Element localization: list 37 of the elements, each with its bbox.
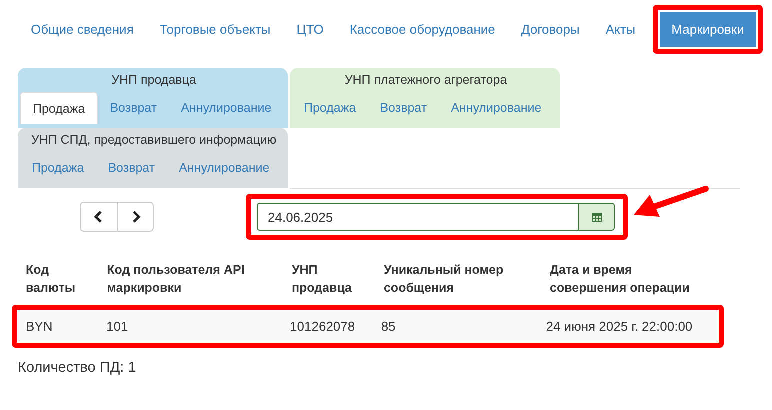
sub-tab[interactable]: Возврат — [96, 152, 168, 183]
group-title: УНП платежного агрегатора — [344, 72, 508, 89]
column-header: Код валюты — [26, 262, 77, 297]
chevron-right-icon — [130, 211, 140, 223]
sub-tab[interactable]: Продажа — [292, 92, 368, 123]
sub-tab[interactable]: Продажа — [20, 152, 96, 183]
sub-tab[interactable]: Аннулирование — [169, 92, 284, 124]
nav-tab[interactable]: Акты — [592, 12, 649, 46]
nav-tab[interactable]: Общие сведения — [18, 12, 147, 46]
column-header: Код пользователя API маркировки — [107, 262, 246, 297]
table-cell-text: 101262078 — [290, 319, 356, 334]
sub-tab[interactable]: Аннулирование — [439, 92, 554, 123]
calendar-button[interactable] — [578, 203, 615, 231]
record-count: Количество ПД: 1 — [18, 360, 138, 376]
previous-button[interactable] — [80, 202, 117, 232]
nav-tab[interactable]: Договоры — [508, 12, 593, 46]
nav-tab[interactable]: Кассовое оборудование — [336, 12, 508, 46]
column-header: УНП продавца — [292, 262, 353, 297]
nav-tab[interactable]: Торговые объекты — [146, 12, 284, 46]
group-title: УНП продавца — [110, 72, 198, 89]
sub-tab[interactable]: Возврат — [98, 92, 170, 124]
column-header: Уникальный номер сообщения — [384, 262, 505, 297]
table-cell-text: 85 — [381, 319, 397, 334]
table-cell-text: BYN — [26, 319, 54, 334]
column-header: Дата и время совершения операции — [550, 262, 691, 297]
nav-tab[interactable]: Маркировки — [660, 12, 756, 46]
group-title: УНП СПД, предоставившего информацию — [30, 132, 278, 149]
next-button[interactable] — [117, 202, 154, 232]
nav-tab[interactable]: ЦТО — [284, 12, 337, 46]
sub-tab[interactable]: Продажа — [20, 92, 98, 124]
sub-tab[interactable]: Возврат — [368, 92, 440, 123]
table-cell-text: 24 июня 2025 г. 22:00:00 — [546, 319, 694, 334]
calendar-icon — [590, 211, 602, 223]
sub-tab[interactable]: Аннулирование — [167, 152, 282, 183]
chevron-left-icon — [94, 211, 104, 223]
date-field[interactable]: 24.06.2025 — [257, 203, 578, 231]
table-cell-text: 101 — [106, 319, 130, 334]
